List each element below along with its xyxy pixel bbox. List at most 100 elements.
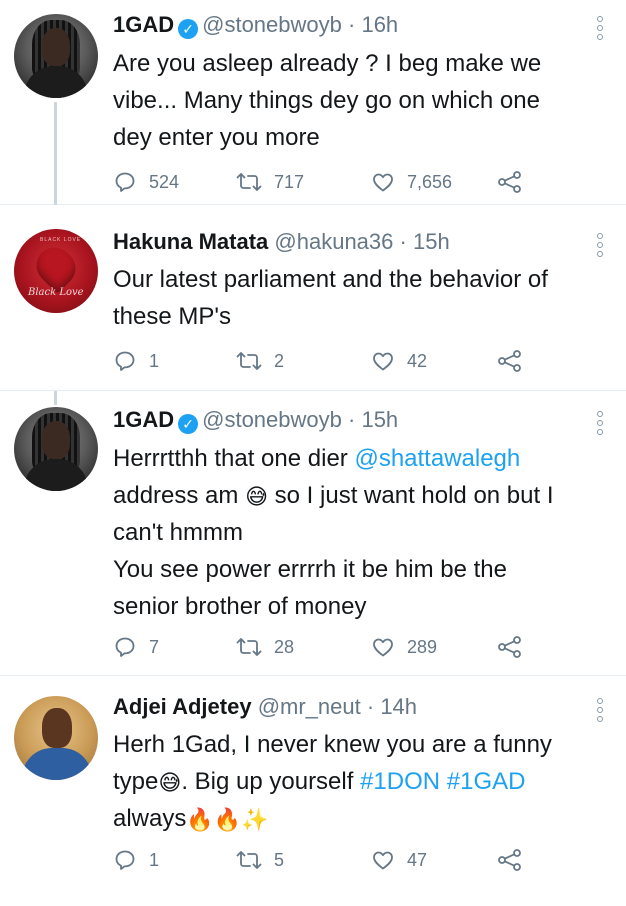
hashtag-link[interactable]: #1DON [360,768,440,795]
reply-count: 7 [149,636,160,657]
share-button[interactable] [497,347,523,375]
retweet-icon [236,851,262,869]
share-button[interactable] [497,846,523,874]
reply-icon [115,637,135,657]
tweet-actions: 1 2 42 [113,347,543,375]
reply-button[interactable]: 7 [113,633,159,661]
tweet-text-segment: . Big up yourself [181,768,361,795]
more-options-icon[interactable] [596,233,604,257]
reply-button[interactable]: 1 [113,347,159,375]
tweet-text-segment: address am [113,482,246,509]
avatar[interactable] [14,696,98,780]
display-name[interactable]: Hakuna Matata [113,229,268,254]
tweet-text-segment: type [113,768,159,795]
share-icon [498,636,521,658]
tweet-text-segment: Herrrtthh that one dier [113,445,355,472]
retweet-count: 28 [274,636,295,657]
timestamp[interactable]: 14h [380,694,417,719]
retweet-icon [236,173,262,191]
verified-badge-icon: ✓ [178,19,199,39]
reply-icon [115,850,135,870]
avatar-logo-text: BLACK LOVE [40,237,82,243]
timestamp[interactable]: 15h [413,229,450,254]
retweet-icon [236,352,262,370]
like-button[interactable]: 289 [371,633,437,661]
like-button[interactable]: 42 [371,347,427,375]
hashtag-link[interactable]: #1GAD [447,768,526,795]
tweet-text: Our latest parliament and the behavior o… [113,261,586,335]
tweet-header: Adjei Adjetey @mr_neut · 14h [113,694,586,720]
tweet[interactable]: Adjei Adjetey @mr_neut · 14h Herh 1Gad, … [0,676,626,906]
thread-line [54,102,57,205]
tweet-text: Are you asleep already ? I beg make we v… [113,45,586,156]
more-options-icon[interactable] [596,698,604,722]
timestamp[interactable]: 16h [361,12,398,37]
tweet-text-line: these MP's [113,303,231,330]
tweet-text-line: can't hmmm [113,519,243,546]
avatar[interactable] [14,14,98,98]
laughing-emoji: 😅 [158,770,182,795]
fire-sparkle-emojis: 🔥🔥✨ [186,807,269,832]
retweet-button[interactable]: 717 [236,168,304,196]
mention-link[interactable]: @shattawalegh [354,445,520,472]
share-icon [498,350,521,372]
retweet-button[interactable]: 5 [236,846,284,874]
tweet-text-line: type😅. Big up yourself #1DON #1GAD [113,763,586,800]
tweet-text-line: You see power errrrh it be him be the [113,556,507,583]
timestamp[interactable]: 15h [361,407,398,432]
separator: · [348,12,356,37]
user-handle[interactable]: @stonebwoyb [202,407,342,432]
reply-icon [115,172,135,192]
thread-line [54,391,57,405]
tweet[interactable]: BLACK LOVE Black Love Hakuna Matata @hak… [0,205,626,391]
reply-button[interactable]: 1 [113,846,159,874]
separator: · [399,229,407,254]
tweet-text-line: Our latest parliament and the behavior o… [113,266,548,293]
display-name[interactable]: 1GAD [113,12,174,37]
tweet-feed: 1GAD ✓ @stonebwoyb · 16h Are you asleep al… [0,0,626,906]
retweet-count: 5 [274,849,285,870]
more-options-icon[interactable] [596,16,604,40]
reply-button[interactable]: 524 [113,168,179,196]
like-count: 42 [407,350,428,371]
tweet-header: 1GAD ✓ @stonebwoyb · 15h [113,407,586,434]
tweet-text-line: Are you asleep already ? I beg make we [113,50,542,77]
laughing-emoji: 😅 [245,484,268,509]
reply-icon [115,351,135,371]
avatar-script-text: Black Love [28,287,84,298]
display-name[interactable]: 1GAD [113,407,174,432]
like-icon [373,851,393,870]
share-button[interactable] [497,168,523,196]
like-button[interactable]: 47 [371,846,427,874]
tweet-text-line: vibe... Many things dey go on which one [113,87,540,114]
like-count: 47 [407,849,428,870]
user-handle[interactable]: @stonebwoyb [202,12,342,37]
display-name[interactable]: Adjei Adjetey [113,694,252,719]
like-icon [373,173,393,192]
tweet[interactable]: 1GAD ✓ @stonebwoyb · 15h Herrrtthh that on… [0,391,626,676]
share-icon [498,171,521,193]
avatar[interactable] [14,407,98,491]
tweet[interactable]: 1GAD ✓ @stonebwoyb · 16h Are you asleep al… [0,0,626,205]
reply-count: 524 [149,171,180,192]
tweet-header: 1GAD ✓ @stonebwoyb · 16h [113,12,586,39]
separator: · [366,694,375,719]
tweet-actions: 1 5 47 [113,846,543,874]
tweet-text-line: always🔥🔥✨ [113,800,586,837]
tweet-text-segment: so I just want hold on but I [268,482,554,509]
share-button[interactable] [497,633,523,661]
tweet-text-segment [440,768,447,795]
tweet-text-line: Herrrtthh that one dier @shattawalegh [113,440,586,477]
user-handle[interactable]: @mr_neut [258,694,361,719]
like-count: 289 [407,636,438,657]
user-handle[interactable]: @hakuna36 [274,229,393,254]
more-options-icon[interactable] [596,411,604,435]
retweet-button[interactable]: 28 [236,633,294,661]
like-button[interactable]: 7,656 [371,168,452,196]
tweet-text-line: Herh 1Gad, I never knew you are a funny [113,731,552,758]
avatar[interactable]: BLACK LOVE Black Love [14,229,98,313]
verified-badge-icon: ✓ [178,414,199,434]
tweet-actions: 524 717 7,656 [113,168,543,196]
tweet-text-line: senior brother of money [113,593,367,620]
retweet-button[interactable]: 2 [236,347,284,375]
